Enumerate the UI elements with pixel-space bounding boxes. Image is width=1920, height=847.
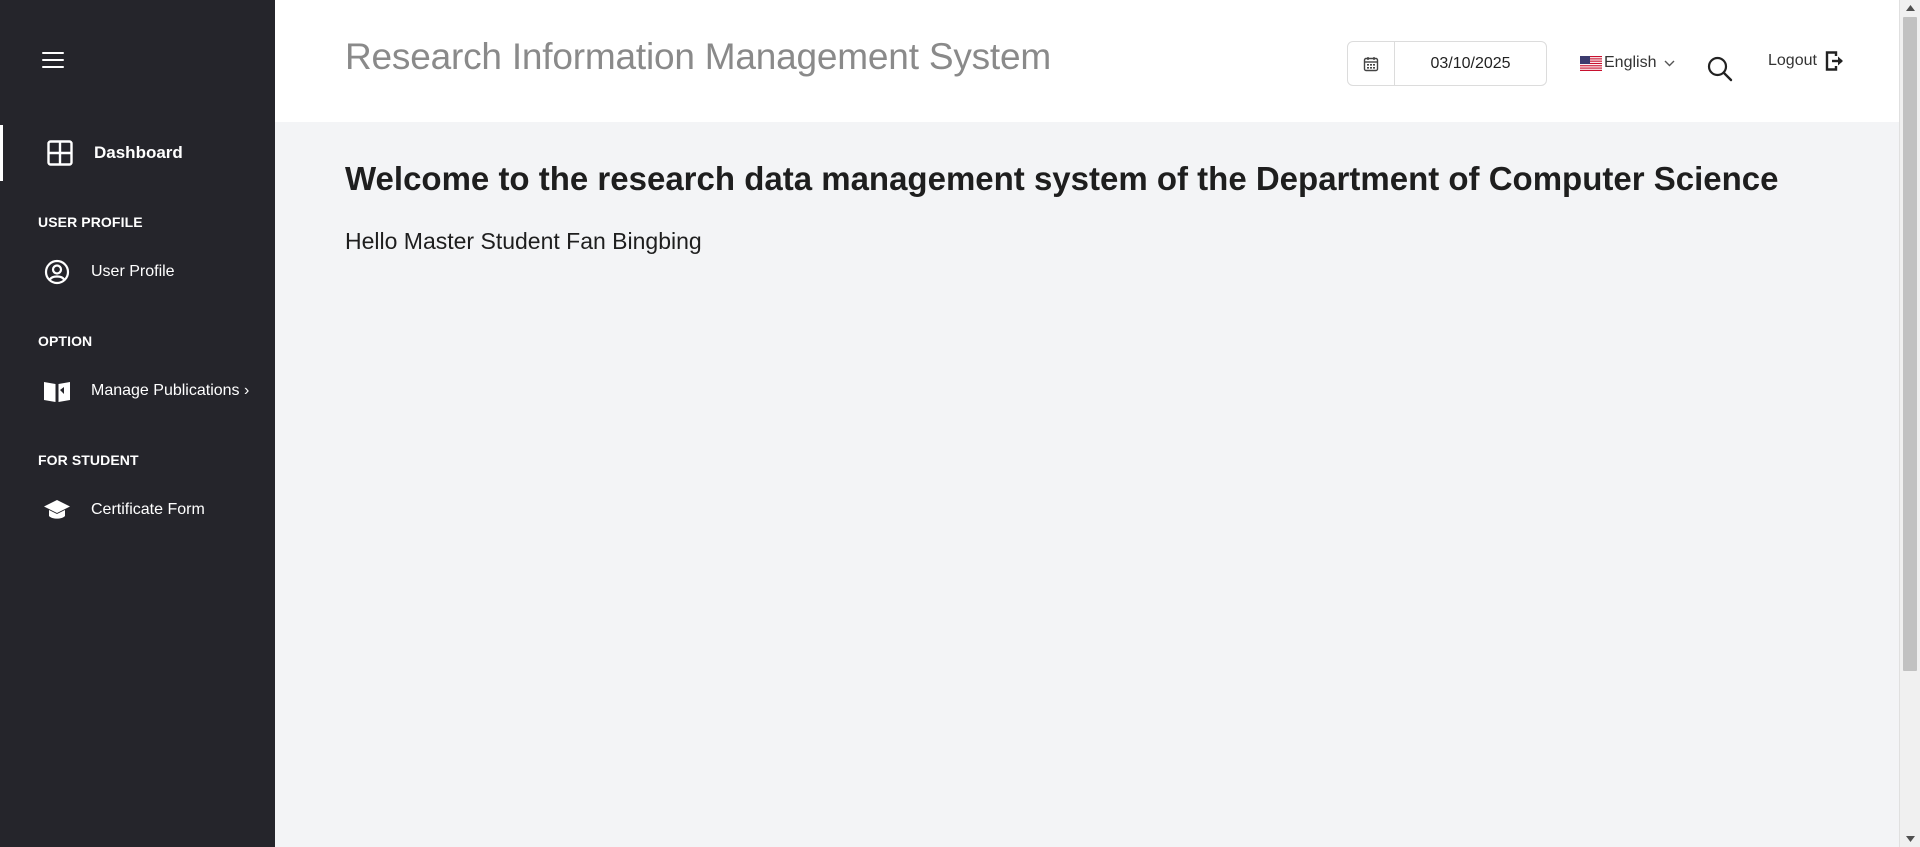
section-title-user-profile: USER PROFILE	[38, 214, 143, 230]
date-field[interactable]: 03/10/2025	[1395, 42, 1546, 85]
greeting-text: Hello Master Student Fan Bingbing	[345, 228, 702, 254]
sidebar-item-manage-publications[interactable]: Manage Publications ›	[0, 363, 275, 419]
scrollbar-thumb[interactable]	[1903, 17, 1917, 671]
section-title-for-student: FOR STUDENT	[38, 452, 139, 468]
sidebar-item-user-profile[interactable]: User Profile	[0, 244, 275, 300]
us-flag-icon	[1580, 55, 1602, 71]
logout-label: Logout	[1768, 52, 1817, 69]
welcome-heading: Welcome to the research data management …	[345, 160, 1779, 197]
sidebar-item-label: Certificate Form	[91, 501, 205, 518]
main-content: Welcome to the research data management …	[275, 122, 1899, 847]
scroll-up-arrow-icon[interactable]	[1900, 0, 1920, 16]
date-picker[interactable]: 03/10/2025	[1347, 41, 1547, 86]
chevron-right-icon: ›	[244, 382, 250, 399]
search-icon[interactable]	[1706, 55, 1736, 85]
vertical-scrollbar[interactable]	[1899, 0, 1920, 847]
user-circle-icon	[43, 258, 71, 286]
scroll-down-arrow-icon[interactable]	[1900, 831, 1920, 847]
section-title-option: OPTION	[38, 333, 93, 349]
sidebar-item-label: Dashboard	[94, 143, 183, 162]
logout-icon	[1825, 51, 1843, 71]
sidebar-item-dashboard[interactable]: Dashboard	[0, 125, 275, 181]
book-open-icon	[43, 377, 71, 405]
sidebar: Dashboard USER PROFILE User Profile OPTI…	[0, 0, 275, 847]
sidebar-item-certificate-form[interactable]: Certificate Form	[0, 482, 275, 538]
chevron-down-icon	[1664, 60, 1675, 66]
calendar-icon[interactable]	[1348, 42, 1395, 85]
language-label: English	[1604, 54, 1657, 71]
top-bar: Research Information Management System 0…	[275, 0, 1899, 122]
app-title: Research Information Management System	[345, 36, 1052, 77]
grid-icon	[46, 139, 74, 167]
sidebar-item-label: User Profile	[91, 263, 175, 280]
sidebar-item-label: Manage Publications ›	[91, 382, 250, 399]
graduation-cap-icon	[43, 496, 71, 524]
language-selector[interactable]: English	[1580, 52, 1675, 74]
logout-button[interactable]: Logout	[1768, 50, 1845, 72]
hamburger-icon[interactable]	[40, 48, 66, 72]
